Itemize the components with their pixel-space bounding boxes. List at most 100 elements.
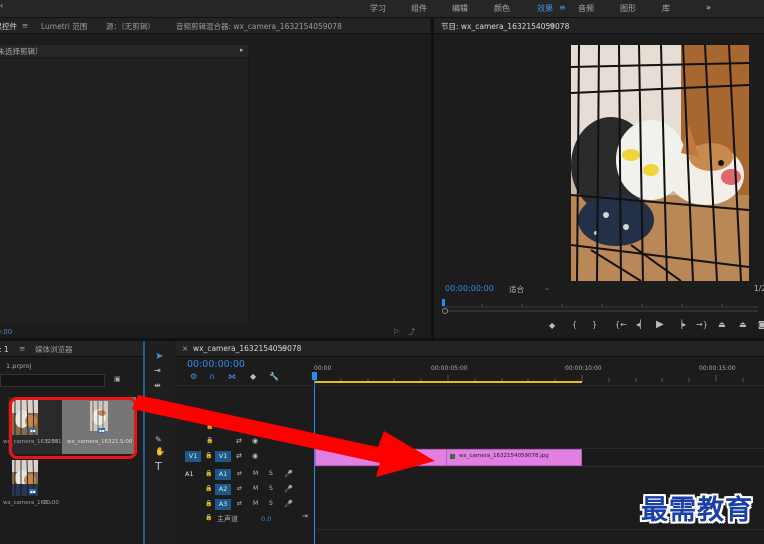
voice-over-mic-icon[interactable]: 🎤 (284, 485, 293, 493)
more-workspaces-icon[interactable]: » (706, 3, 711, 12)
tab-lumetri-scopes[interactable]: Lumetri 范围 (41, 21, 87, 32)
tab-source[interactable]: 源：（无剪辑） (106, 21, 155, 32)
tab-project-menu-icon[interactable]: ≡ (19, 344, 25, 353)
lock-icon[interactable]: 🔒 (206, 423, 213, 430)
tab-media-browser[interactable]: 媒体浏览器 (35, 344, 73, 355)
timeline-settings-icon[interactable]: 🔧 (269, 372, 279, 381)
master-volume-value[interactable]: 0.0 (261, 515, 271, 523)
voice-over-mic-icon[interactable]: 🎤 (284, 470, 293, 478)
new-bin-icon[interactable]: ▣ (114, 375, 121, 383)
watermark-text: 最需教育 (641, 495, 753, 526)
sync-icon[interactable]: ⇄ (236, 437, 242, 445)
time-ruler[interactable]: 00:00 00:00:05:00 00:00:10:00 00:00:15:0… (314, 363, 764, 383)
fit-dropdown-arrow-icon[interactable]: ⌄ (544, 284, 550, 292)
export-icon[interactable]: ⤴ (408, 327, 415, 337)
a3-track-target[interactable]: A3 (215, 499, 231, 510)
lock-icon[interactable]: 🔒 (205, 514, 212, 521)
selection-tool-icon[interactable]: ➤ (155, 351, 163, 362)
eye-icon[interactable]: ◉ (252, 452, 258, 460)
voice-over-mic-icon[interactable]: 🎤 (284, 500, 293, 508)
project-tabbar: 项目: 1 ≡ 媒体浏览器 (0, 341, 143, 357)
project-item[interactable]: ▪▪ wx_camera_163... 10:00 (3, 458, 63, 515)
workspace-learning[interactable]: 学习 (370, 3, 386, 14)
a3-mute[interactable]: M (253, 500, 258, 507)
workspace-graphics[interactable]: 图形 (620, 3, 636, 14)
add-marker-icon[interactable]: ◆ (250, 372, 256, 381)
workspace-color[interactable]: 颜色 (494, 3, 510, 14)
sync-icon[interactable]: ⇄ (237, 500, 242, 507)
master-end-icon[interactable]: ⇥ (302, 512, 308, 520)
fit-dropdown[interactable]: 适合 (509, 284, 524, 295)
close-sequence-icon[interactable]: × (182, 344, 188, 353)
program-video-frame (571, 45, 749, 281)
clip-name: wx_camera_1632154059078.jpg (459, 453, 549, 459)
program-timecode[interactable]: 00:00:00:00 (445, 284, 494, 293)
timeline-timecode[interactable]: 00:00:00:00 (187, 359, 245, 370)
workspace-effects[interactable]: 效果 (537, 3, 553, 14)
workspace-assembly[interactable]: 组件 (411, 3, 427, 14)
app-menu-icon[interactable]: ‹ (0, 1, 3, 10)
project-search-input[interactable] (0, 374, 105, 387)
lift-icon[interactable]: ⏏ (718, 320, 726, 329)
export-frame-icon[interactable]: ◙ (758, 320, 764, 329)
clip-dropdown[interactable]: （未选择剪辑） ▸ (0, 45, 248, 57)
lock-icon[interactable]: 🔒 (205, 470, 212, 477)
go-to-out-icon[interactable]: →} (696, 320, 708, 329)
lock-icon[interactable]: 🔒 (205, 485, 212, 492)
tab-audio-clip-mixer[interactable]: 音频剪辑混合器: wx_camera_1632154059078 (176, 21, 342, 32)
lock-icon[interactable]: 🔒 (205, 500, 212, 507)
effect-controls-panel: 效果控件 ≡ Lumetri 范围 源：（无剪辑） 音频剪辑混合器: wx_ca… (0, 18, 430, 338)
razor-tool-icon[interactable]: ◆ (155, 397, 161, 406)
hand-tool-icon[interactable]: ✋ (155, 447, 165, 456)
corgi-in-cage-image (571, 45, 749, 281)
tab-menu-icon[interactable]: ≡ (22, 21, 28, 30)
a1-solo[interactable]: S (269, 470, 273, 477)
track-select-tool-icon[interactable]: ⇥ (154, 366, 161, 375)
a3-solo[interactable]: S (269, 500, 273, 507)
tab-project[interactable]: 项目: 1 (0, 344, 9, 355)
timeline-clip[interactable]: wx_camera_1632154059078.jpg (315, 449, 582, 466)
filter-icon[interactable]: ▷ (394, 327, 399, 335)
master-track-label: 主声道 (217, 515, 238, 523)
program-menu-icon[interactable]: ≡ (548, 21, 554, 30)
zoom-dropdown[interactable]: 1/2 (754, 284, 764, 293)
nest-toggle-icon[interactable]: ⚙ (190, 372, 197, 381)
sync-icon[interactable]: ⇄ (236, 452, 242, 460)
play-icon[interactable]: ▶ (656, 319, 664, 330)
a1-mute[interactable]: M (253, 470, 258, 477)
ripple-edit-tool-icon[interactable]: ⇹ (154, 381, 161, 390)
eye-icon[interactable]: ◉ (252, 423, 258, 431)
linked-selection-icon[interactable]: ⋈ (228, 372, 236, 381)
workspace-editing[interactable]: 编辑 (452, 3, 468, 14)
a2-mute[interactable]: M (253, 485, 258, 492)
tab-effect-controls[interactable]: 效果控件 (0, 21, 17, 32)
workspace-libraries[interactable]: 库 (662, 3, 670, 14)
lock-icon[interactable]: 🔒 (206, 437, 213, 444)
snap-icon[interactable]: ∩ (209, 372, 215, 381)
effect-controls-timecode[interactable]: 00:00 (0, 328, 12, 336)
selection-highlight-box (9, 397, 137, 459)
lock-icon[interactable]: 🔒 (205, 452, 212, 459)
sync-icon[interactable]: ⇄ (237, 470, 242, 477)
go-to-in-icon[interactable]: {← (615, 320, 627, 329)
a2-solo[interactable]: S (269, 485, 273, 492)
mark-in-icon[interactable]: { (572, 320, 577, 329)
extract-icon[interactable]: ⏏ (739, 320, 747, 329)
workspace-audio[interactable]: 音频 (578, 3, 594, 14)
a1-track-target[interactable]: A1 (215, 469, 231, 480)
v1-track-target[interactable]: V1 (215, 451, 231, 462)
program-zoom-scrollbar[interactable] (442, 308, 758, 314)
sync-icon[interactable]: ⇄ (236, 423, 242, 431)
add-marker-icon[interactable]: ◆ (549, 321, 555, 330)
v1-source-patch[interactable]: V1 (185, 451, 201, 462)
workspace-menu-icon[interactable]: ≡ (559, 3, 566, 12)
type-tool-icon[interactable]: T (155, 460, 162, 473)
pen-tool-icon[interactable]: ✎ (155, 435, 162, 444)
mark-out-icon[interactable]: } (592, 320, 597, 329)
a2-track-target[interactable]: A2 (215, 484, 231, 495)
sequence-menu-icon[interactable]: ≡ (280, 344, 286, 353)
step-back-icon[interactable]: ◂▏ (636, 320, 646, 329)
eye-icon[interactable]: ◉ (252, 437, 258, 445)
step-forward-icon[interactable]: ▕▸ (676, 320, 686, 329)
sync-icon[interactable]: ⇄ (237, 485, 242, 492)
